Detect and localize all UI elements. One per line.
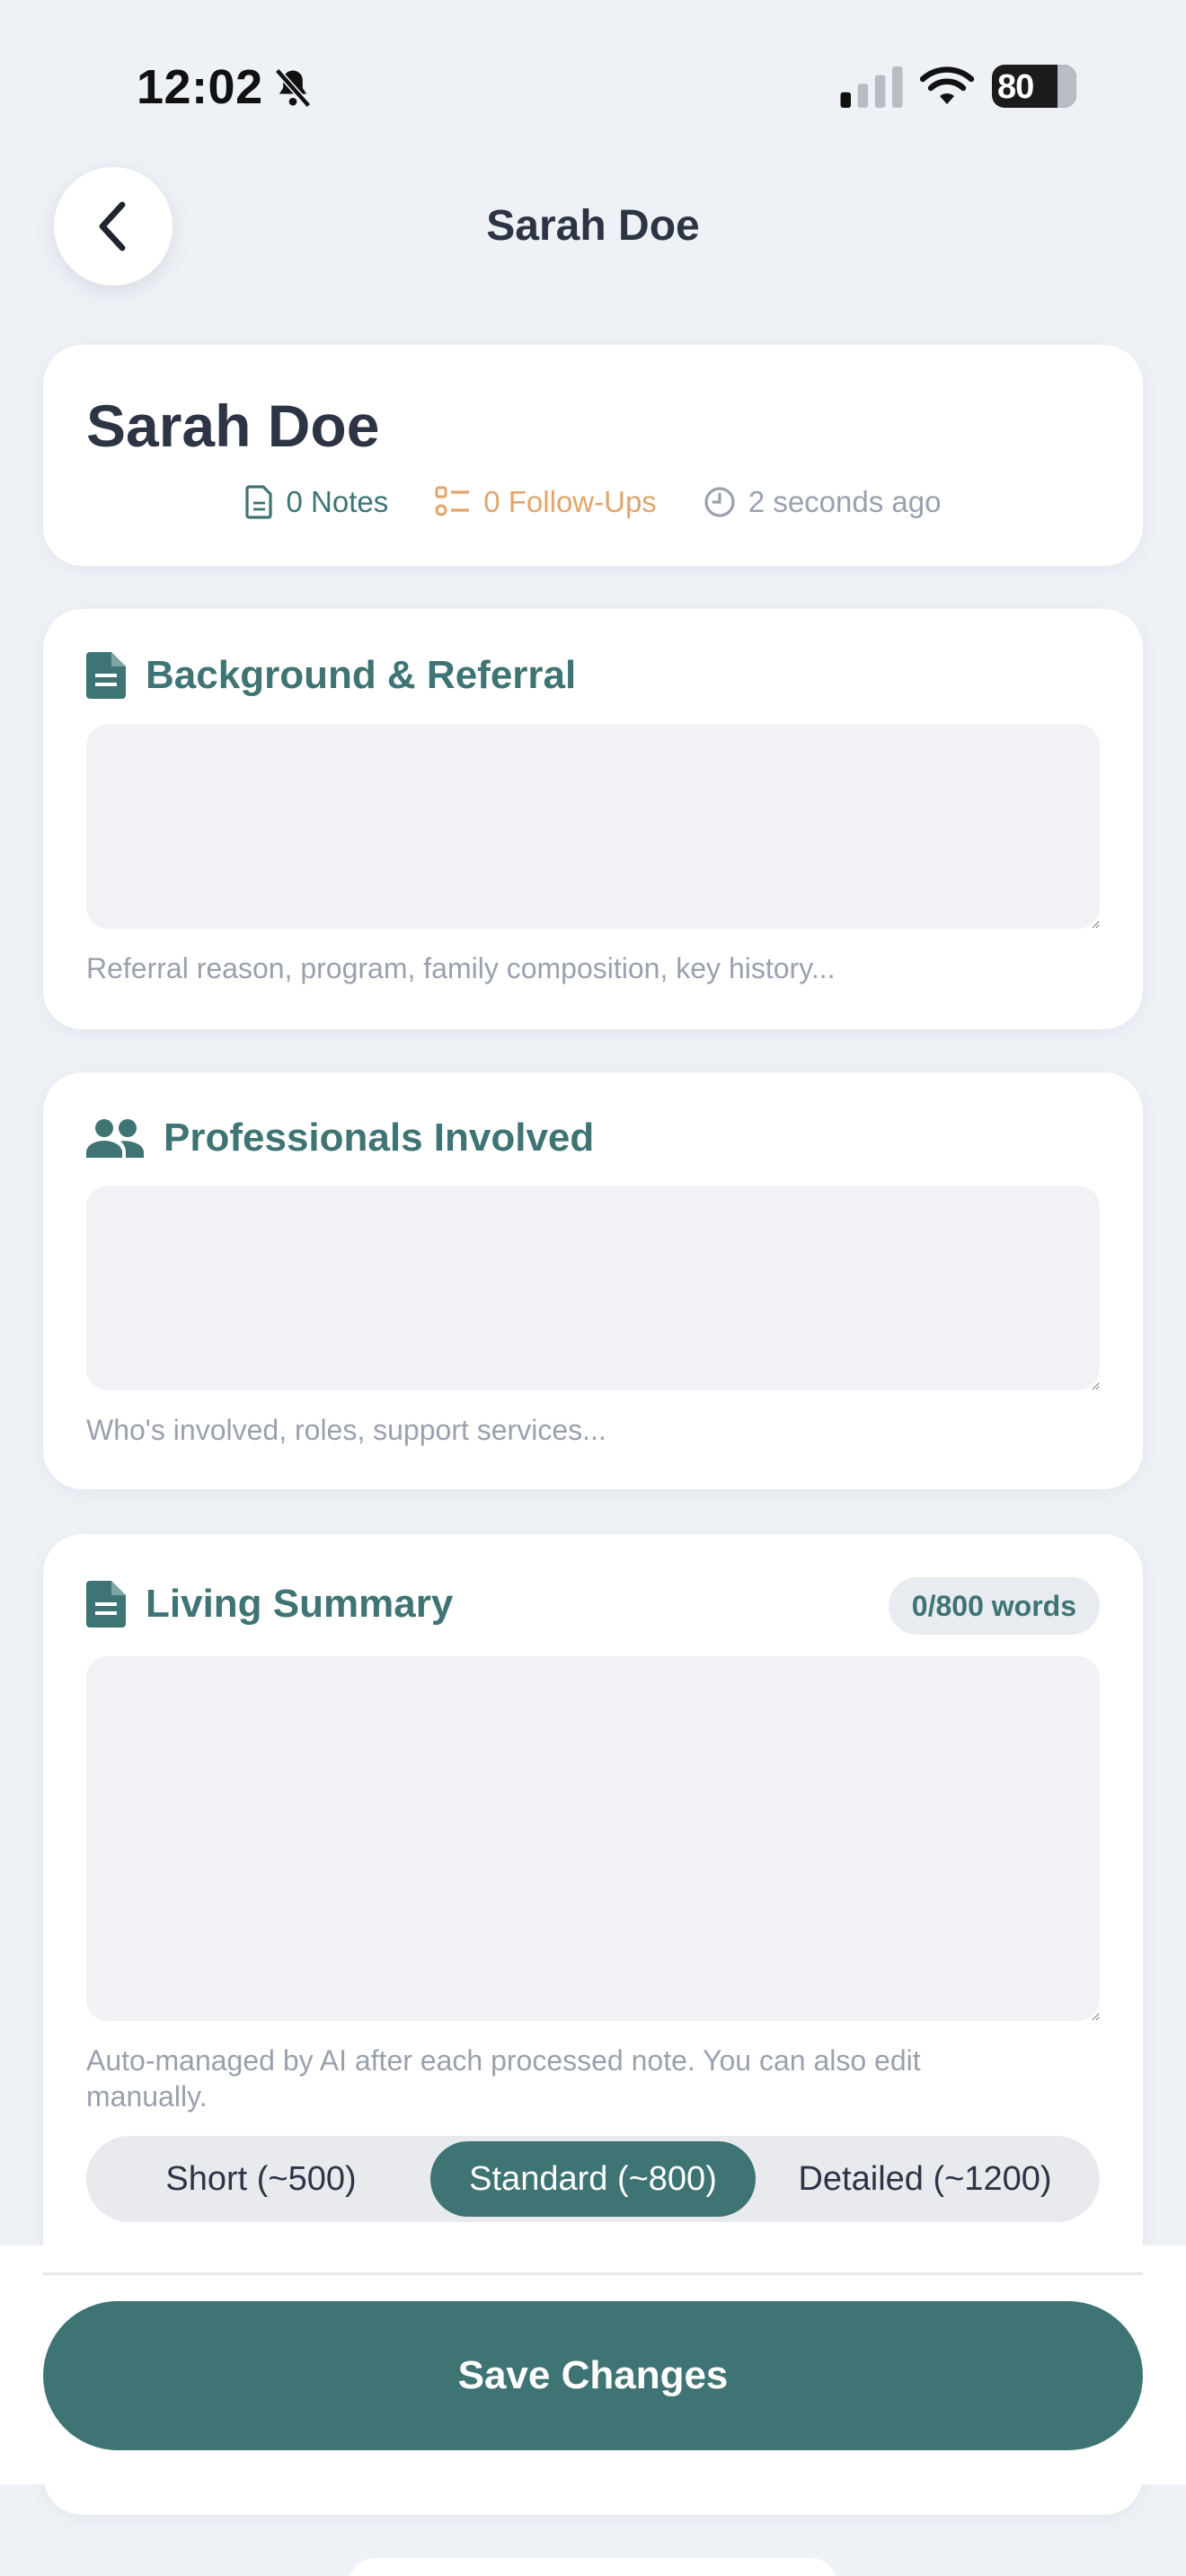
summary-length-selector: Short (~500) Standard (~800) Detailed (~…: [86, 2136, 1100, 2222]
professionals-involved-hint: Who's involved, roles, support services.…: [86, 1414, 606, 1446]
document-filled-icon: [86, 1581, 126, 1628]
save-changes-button[interactable]: Save Changes: [43, 2301, 1143, 2450]
next-pill-edge: [349, 2558, 837, 2576]
bell-slash-icon: [274, 67, 312, 109]
clock-icon: [704, 487, 735, 517]
length-option-short[interactable]: Short (~500): [92, 2141, 430, 2217]
professionals-involved-input[interactable]: [86, 1186, 1100, 1390]
client-detail-screen: 12:02 80 Sarah Doe Sarah Doe 0 Notes 0 F…: [0, 0, 1186, 2576]
battery-charging-icon: 80: [992, 65, 1076, 108]
client-profile-card: Sarah Doe 0 Notes 0 Follow-Ups 2 seconds…: [43, 345, 1143, 566]
bottom-action-bar: Save Changes: [0, 2245, 1186, 2484]
length-option-standard[interactable]: Standard (~800): [430, 2141, 756, 2217]
section-header: Professionals Involved: [86, 1116, 594, 1160]
section-header: Living Summary: [86, 1581, 453, 1628]
wifi-icon: [919, 66, 975, 104]
people-icon: [86, 1119, 144, 1158]
last-updated-label: 2 seconds ago: [748, 485, 942, 518]
client-name: Sarah Doe: [86, 393, 380, 459]
living-summary-card: Living Summary 0/800 words Auto-managed …: [43, 1534, 1143, 2307]
battery-percent: 80: [997, 68, 1034, 106]
length-option-detailed[interactable]: Detailed (~1200): [756, 2141, 1094, 2217]
section-title: Background & Referral: [146, 653, 577, 697]
notes-count-label: 0 Notes: [286, 485, 389, 518]
notes-count[interactable]: 0 Notes: [244, 485, 389, 519]
status-time: 12:02: [137, 60, 263, 114]
client-meta-row: 0 Notes 0 Follow-Ups 2 seconds ago: [43, 485, 1143, 519]
document-filled-icon: [86, 652, 126, 699]
divider: [43, 2272, 1143, 2275]
cellular-signal-icon: [840, 66, 903, 108]
section-title: Living Summary: [146, 1582, 454, 1626]
word-count-badge: 0/800 words: [888, 1577, 1100, 1635]
page-title: Sarah Doe: [486, 202, 700, 250]
living-summary-hint: Auto-managed by AI after each processed …: [86, 2044, 921, 2113]
followups-count-label: 0 Follow-Ups: [483, 485, 657, 518]
document-icon: [244, 485, 272, 519]
background-referral-hint: Referral reason, program, family composi…: [86, 952, 836, 984]
professionals-involved-card: Professionals Involved Who's involved, r…: [43, 1072, 1143, 1489]
checklist-icon: [435, 486, 470, 516]
background-referral-input[interactable]: [86, 724, 1100, 929]
section-header: Background & Referral: [86, 652, 576, 699]
status-bar: 12:02 80: [0, 0, 1186, 171]
followups-count[interactable]: 0 Follow-Ups: [435, 485, 657, 519]
living-summary-input[interactable]: [86, 1656, 1100, 2021]
background-referral-card: Background & Referral Referral reason, p…: [43, 609, 1143, 1029]
section-title: Professionals Involved: [164, 1116, 595, 1160]
last-updated: 2 seconds ago: [704, 485, 942, 519]
